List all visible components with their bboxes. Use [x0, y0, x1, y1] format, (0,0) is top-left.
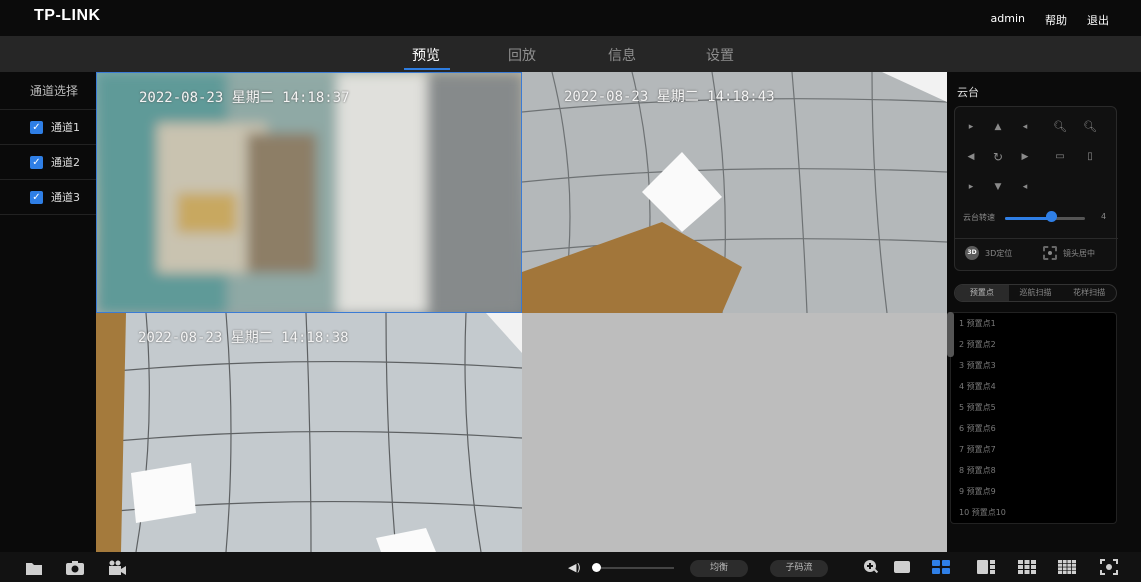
fullscreen-icon[interactable]	[1100, 559, 1118, 575]
folder-icon[interactable]	[26, 560, 42, 579]
channel-label: 通道3	[51, 191, 80, 204]
focus-far-icon[interactable]: ▯	[1080, 149, 1100, 165]
snapshot-camera-icon[interactable]	[66, 560, 84, 579]
preset-item[interactable]: 8 预置点8	[951, 460, 1116, 481]
logout-link[interactable]: 退出	[1087, 12, 1109, 28]
channel-sidebar: 通道选择 ✓ 通道1 ✓ 通道2 ✓ 通道3	[0, 72, 96, 552]
zoom-in-icon[interactable]: 🔍︎	[1080, 119, 1100, 135]
3d-icon: 3D	[965, 246, 979, 260]
video-pane-1[interactable]: 2022-08-23 星期二 14:18:37	[96, 72, 522, 313]
channel-item-3[interactable]: ✓ 通道3	[0, 180, 96, 215]
checkbox-checked-icon[interactable]: ✓	[30, 120, 43, 134]
layout-6-icon[interactable]	[977, 559, 995, 575]
ptz-up-left-arrow-icon[interactable]: ▸	[961, 119, 981, 135]
volume-slider-handle[interactable]	[592, 563, 601, 572]
preset-item[interactable]: 7 预置点7	[951, 439, 1116, 460]
ptz-panel: 云台 ▸ ▲ ◂ 🔍︎ 🔍︎ ◀ ↻ ▶ ▭ ▯ ▸ ▼ ◂ 云台转速 4 3D…	[947, 72, 1141, 552]
checkbox-checked-icon[interactable]: ✓	[30, 155, 43, 169]
preset-item[interactable]: 2 预置点2	[951, 334, 1116, 355]
channel-label: 通道1	[51, 121, 80, 134]
preset-item[interactable]: 9 预置点9	[951, 481, 1116, 502]
focus-near-icon[interactable]: ▭	[1050, 149, 1070, 165]
help-link[interactable]: 帮助	[1045, 12, 1067, 28]
channel-item-1[interactable]: ✓ 通道1	[0, 110, 96, 145]
layout-16-icon[interactable]	[1058, 559, 1076, 575]
zoom-add-icon[interactable]	[862, 559, 880, 575]
channel-label: 通道2	[51, 156, 80, 169]
preset-item[interactable]: 6 预置点6	[951, 418, 1116, 439]
camera-feed-image	[522, 72, 947, 313]
video-grid: 2022-08-23 星期二 14:18:37 2022-08-23 星期二 1…	[96, 72, 947, 552]
preset-tabs: 预置点 巡航扫描 花样扫描	[954, 284, 1117, 302]
ptz-speed-label: 云台转速	[963, 213, 995, 222]
ptz-speed-slider-handle[interactable]	[1045, 211, 1057, 222]
preset-item[interactable]: 5 预置点5	[951, 397, 1116, 418]
tab-info[interactable]: 信息	[608, 45, 636, 65]
active-tab-indicator	[404, 68, 450, 70]
video-pane-2[interactable]: 2022-08-23 星期二 14:18:43	[522, 72, 947, 313]
main-nav: 预览 回放 信息 设置	[0, 36, 1141, 72]
ptz-title: 云台	[957, 86, 979, 99]
ptz-control-box: ▸ ▲ ◂ 🔍︎ 🔍︎ ◀ ↻ ▶ ▭ ▯ ▸ ▼ ◂ 云台转速 4 3D 3D…	[954, 106, 1118, 271]
ptz-speed-value: 4	[1101, 212, 1107, 221]
ptz-up-arrow-icon[interactable]: ▲	[988, 119, 1008, 135]
divider	[955, 238, 1118, 239]
bottom-toolbar: ◀) 均衡 子码流	[0, 552, 1141, 582]
user-name[interactable]: admin	[991, 12, 1025, 28]
preset-item[interactable]: 3 预置点3	[951, 355, 1116, 376]
layout-9-icon[interactable]	[1018, 559, 1036, 575]
ptz-down-arrow-icon[interactable]: ▼	[988, 179, 1008, 195]
tab-pattern-scan[interactable]: 花样扫描	[1062, 285, 1116, 301]
preset-list: 1 预置点1 2 预置点2 3 预置点3 4 预置点4 5 预置点5 6 预置点…	[950, 312, 1117, 524]
volume-icon[interactable]: ◀)	[568, 561, 581, 574]
preset-item[interactable]: 4 预置点4	[951, 376, 1116, 397]
ptz-speed-fill	[1005, 217, 1051, 220]
tab-presets[interactable]: 预置点	[955, 285, 1009, 301]
zoom-out-icon[interactable]: 🔍︎	[1050, 119, 1070, 135]
3d-position-label: 3D定位	[985, 248, 1013, 258]
layout-1-icon[interactable]	[893, 559, 911, 575]
camera-feed-image	[96, 313, 522, 552]
preset-scrollbar[interactable]	[947, 312, 954, 357]
osd-timestamp: 2022-08-23 星期二 14:18:43	[564, 89, 775, 105]
tab-playback[interactable]: 回放	[508, 45, 536, 65]
substream-button[interactable]: 子码流	[770, 560, 828, 577]
ptz-down-left-arrow-icon[interactable]: ▸	[961, 179, 981, 195]
checkbox-checked-icon[interactable]: ✓	[30, 190, 43, 204]
video-pane-3[interactable]: 2022-08-23 星期二 14:18:38	[96, 313, 522, 552]
tab-preview[interactable]: 预览	[412, 45, 440, 65]
osd-timestamp: 2022-08-23 星期二 14:18:38	[138, 330, 349, 346]
lens-center-label: 镜头居中	[1063, 248, 1095, 258]
channel-select-title: 通道选择	[0, 72, 96, 110]
preset-item[interactable]: 10 预置点10	[951, 502, 1116, 523]
ptz-speed-slider[interactable]	[1005, 217, 1085, 220]
ptz-auto-rotate-icon[interactable]: ↻	[988, 149, 1008, 165]
top-bar: TP-LINK admin 帮助 退出	[0, 0, 1141, 36]
osd-timestamp: 2022-08-23 星期二 14:18:37	[139, 90, 350, 106]
volume-slider[interactable]	[598, 567, 674, 569]
ptz-down-right-arrow-icon[interactable]: ◂	[1015, 179, 1035, 195]
channel-item-2[interactable]: ✓ 通道2	[0, 145, 96, 180]
3d-position-button[interactable]: 3D 3D定位	[965, 246, 1012, 260]
top-right-menu: admin 帮助 退出	[991, 12, 1109, 28]
tab-settings[interactable]: 设置	[706, 45, 734, 65]
tp-link-logo: TP-LINK	[34, 7, 101, 24]
lens-center-icon	[1043, 246, 1057, 260]
lens-center-button[interactable]: 镜头居中	[1043, 246, 1095, 260]
video-pane-4-empty[interactable]	[522, 313, 947, 552]
layout-4-icon[interactable]	[932, 559, 950, 575]
balance-button[interactable]: 均衡	[690, 560, 748, 577]
camera-feed-image	[97, 73, 521, 312]
preset-item[interactable]: 1 预置点1	[951, 313, 1116, 334]
ptz-left-arrow-icon[interactable]: ◀	[961, 149, 981, 165]
tab-cruise-scan[interactable]: 巡航扫描	[1009, 285, 1063, 301]
ptz-up-right-arrow-icon[interactable]: ◂	[1015, 119, 1035, 135]
record-video-icon[interactable]	[108, 560, 126, 579]
ptz-right-arrow-icon[interactable]: ▶	[1015, 149, 1035, 165]
